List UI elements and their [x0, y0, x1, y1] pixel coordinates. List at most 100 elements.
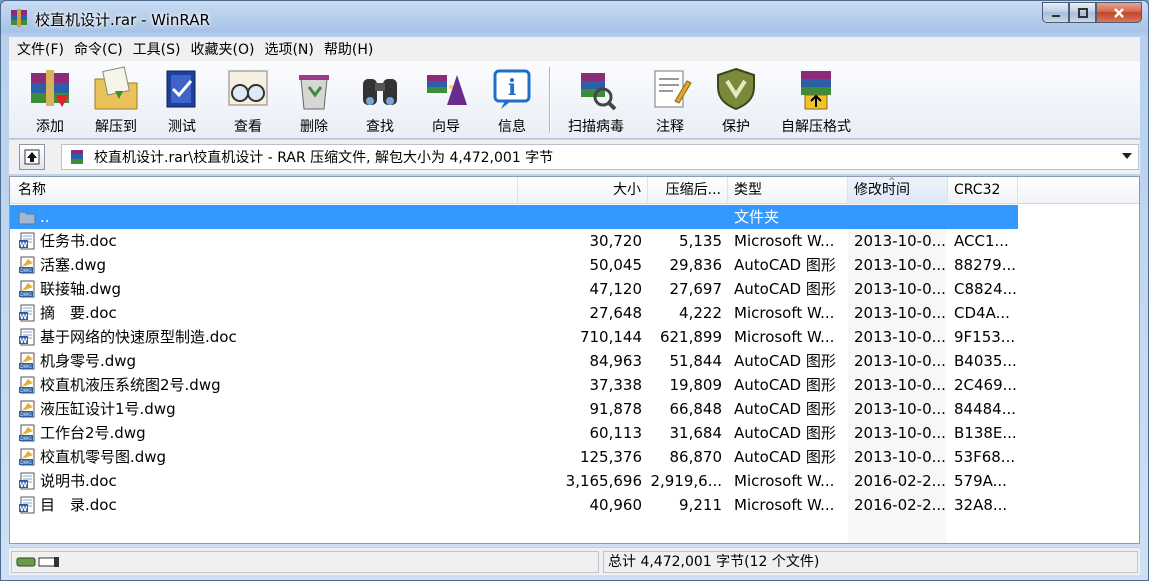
up-folder-button[interactable]	[19, 144, 45, 170]
file-name: 校直机液压系统图2号.dwg	[40, 376, 221, 394]
sfx-button[interactable]: 自解压格式	[769, 61, 863, 139]
toolbar: 添加 解压到 测试 查看 删除 查找 向导 i 信息 扫描病毒 注释 保护 自解…	[9, 61, 1140, 139]
dropdown-arrow-icon[interactable]	[1122, 153, 1132, 159]
info-button[interactable]: i 信息	[479, 61, 545, 139]
autocad-drawing-icon: DWG	[19, 448, 35, 466]
menu-commands[interactable]: 命令(C)	[70, 39, 127, 59]
file-type: AutoCAD 图形	[734, 352, 836, 370]
table-row[interactable]: W 基于网络的快速原型制造.doc 710,144 621,899 Microsoft …	[10, 325, 1018, 349]
file-crc32: 88279...	[954, 256, 1017, 274]
table-row[interactable]: DWG 液压缸设计1号.dwg 91,878 66,848 AutoCAD 图形 2013…	[10, 397, 1018, 421]
file-packed-size: 19,809	[669, 376, 723, 394]
column-name[interactable]: 名称	[10, 177, 518, 204]
table-row-parent[interactable]: .. 文件夹	[10, 205, 1018, 229]
find-button[interactable]: 查找	[347, 61, 413, 139]
table-row[interactable]: DWG 机身零号.dwg 84,963 51,844 AutoCAD 图形 2013-10…	[10, 349, 1018, 373]
add-button[interactable]: 添加	[17, 61, 83, 139]
protect-button[interactable]: 保护	[703, 61, 769, 139]
column-packed[interactable]: 压缩后...	[648, 177, 728, 204]
file-list[interactable]: 名称 大小 压缩后... 类型 修改时间 ^ CRC32 .. 文件夹 W 任务书…	[9, 176, 1140, 544]
test-button[interactable]: 测试	[149, 61, 215, 139]
svg-text:W: W	[20, 505, 28, 513]
test-label: 测试	[168, 119, 196, 135]
close-button[interactable]	[1096, 2, 1142, 23]
table-row[interactable]: DWG 活塞.dwg 50,045 29,836 AutoCAD 图形 2013-10-0…	[10, 253, 1018, 277]
status-left-pane	[11, 551, 599, 573]
virus-scan-button[interactable]: 扫描病毒	[555, 61, 637, 139]
menu-bar: 文件(F) 命令(C) 工具(S) 收藏夹(O) 选项(N) 帮助(H)	[9, 37, 1140, 61]
minimize-icon	[1051, 14, 1060, 17]
wizard-hat-icon	[427, 75, 467, 105]
table-row[interactable]: DWG 联接轴.dwg 47,120 27,697 AutoCAD 图形 2013-10-…	[10, 277, 1018, 301]
table-row[interactable]: W 说明书.doc 3,165,696 2,919,6... Microsoft W..…	[10, 469, 1018, 493]
table-row[interactable]: DWG 校直机零号图.dwg 125,376 86,870 AutoCAD 图形 2013…	[10, 445, 1018, 469]
column-crc32[interactable]: CRC32	[948, 177, 1018, 204]
file-size: 50,045	[589, 256, 643, 274]
view-glasses-icon	[228, 70, 268, 106]
autocad-drawing-icon: DWG	[19, 424, 35, 442]
table-row[interactable]: W 目 录.doc 40,960 9,211 Microsoft W... 2016-02…	[10, 493, 1018, 517]
menu-options[interactable]: 选项(N)	[260, 39, 317, 59]
word-document-icon: W	[19, 328, 35, 346]
file-crc32: 32A8...	[954, 496, 1008, 514]
autocad-drawing-icon: DWG	[19, 400, 35, 418]
autocad-drawing-icon: DWG	[19, 256, 35, 274]
address-bar: 校直机设计.rar\校直机设计 - RAR 压缩文件, 解包大小为 4,472,…	[9, 140, 1140, 174]
winrar-window: 校直机设计.rar - WinRAR 文件(F) 命令(C) 工具(S) 收藏夹…	[0, 0, 1149, 581]
table-row[interactable]: W 任务书.doc 30,720 5,135 Microsoft W... 2013-10…	[10, 229, 1018, 253]
column-modified[interactable]: 修改时间 ^	[848, 177, 948, 204]
minimize-button[interactable]	[1042, 2, 1069, 23]
view-button[interactable]: 查看	[215, 61, 281, 139]
file-modified: 2013-10-0...	[854, 232, 946, 250]
svg-text:DWG: DWG	[20, 460, 32, 466]
file-modified: 2013-10-0...	[854, 400, 946, 418]
protect-label: 保护	[722, 119, 750, 135]
column-modified-label: 修改时间	[854, 182, 910, 198]
autocad-drawing-icon: DWG	[19, 280, 35, 298]
file-type: Microsoft W...	[734, 496, 835, 514]
file-packed-size: 86,870	[669, 448, 723, 466]
title-bar[interactable]: 校直机设计.rar - WinRAR	[1, 1, 1148, 35]
table-row[interactable]: W 摘 要.doc 27,648 4,222 Microsoft W... 2013-10…	[10, 301, 1018, 325]
file-packed-size: 5,135	[679, 232, 722, 250]
svg-text:W: W	[20, 313, 28, 321]
comment-button[interactable]: 注释	[637, 61, 703, 139]
path-dropdown[interactable]: 校直机设计.rar\校直机设计 - RAR 压缩文件, 解包大小为 4,472,…	[61, 144, 1139, 170]
svg-text:W: W	[20, 481, 28, 489]
file-name: 机身零号.dwg	[40, 352, 137, 370]
menu-tools[interactable]: 工具(S)	[129, 39, 185, 59]
file-type: Microsoft W...	[734, 472, 835, 490]
file-modified: 2013-10-0...	[854, 328, 946, 346]
table-row[interactable]: DWG 校直机液压系统图2号.dwg 37,338 19,809 AutoCAD 图形 2…	[10, 373, 1018, 397]
add-archive-icon	[31, 70, 69, 107]
file-type: AutoCAD 图形	[734, 448, 836, 466]
column-type[interactable]: 类型	[728, 177, 848, 204]
delete-button[interactable]: 删除	[281, 61, 347, 139]
status-bar: 总计 4,472,001 字节(12 个文件)	[9, 547, 1140, 575]
menu-favorites[interactable]: 收藏夹(O)	[187, 39, 259, 59]
file-type: AutoCAD 图形	[734, 424, 836, 442]
menu-file[interactable]: 文件(F)	[13, 39, 68, 59]
file-type: AutoCAD 图形	[734, 256, 836, 274]
wizard-button[interactable]: 向导	[413, 61, 479, 139]
file-size: 710,144	[579, 328, 642, 346]
file-crc32: CD4A...	[954, 304, 1010, 322]
maximize-button[interactable]	[1069, 2, 1096, 23]
column-size[interactable]: 大小	[518, 177, 648, 204]
protect-shield-icon	[717, 67, 755, 111]
file-name: ..	[40, 208, 50, 226]
file-name: 联接轴.dwg	[40, 280, 122, 298]
file-packed-size: 51,844	[669, 352, 723, 370]
file-size: 60,113	[589, 424, 643, 442]
file-size: 3,165,696	[565, 472, 642, 490]
svg-text:W: W	[20, 241, 28, 249]
svg-text:i: i	[508, 75, 516, 101]
svg-text:DWG: DWG	[20, 388, 32, 394]
folder-icon	[18, 211, 36, 225]
extract-button[interactable]: 解压到	[83, 61, 149, 139]
file-modified: 2013-10-0...	[854, 304, 946, 322]
menu-help[interactable]: 帮助(H)	[320, 39, 377, 59]
comment-label: 注释	[656, 119, 684, 135]
file-crc32: B138E...	[954, 424, 1017, 442]
table-row[interactable]: DWG 工作台2号.dwg 60,113 31,684 AutoCAD 图形 2013-1…	[10, 421, 1018, 445]
